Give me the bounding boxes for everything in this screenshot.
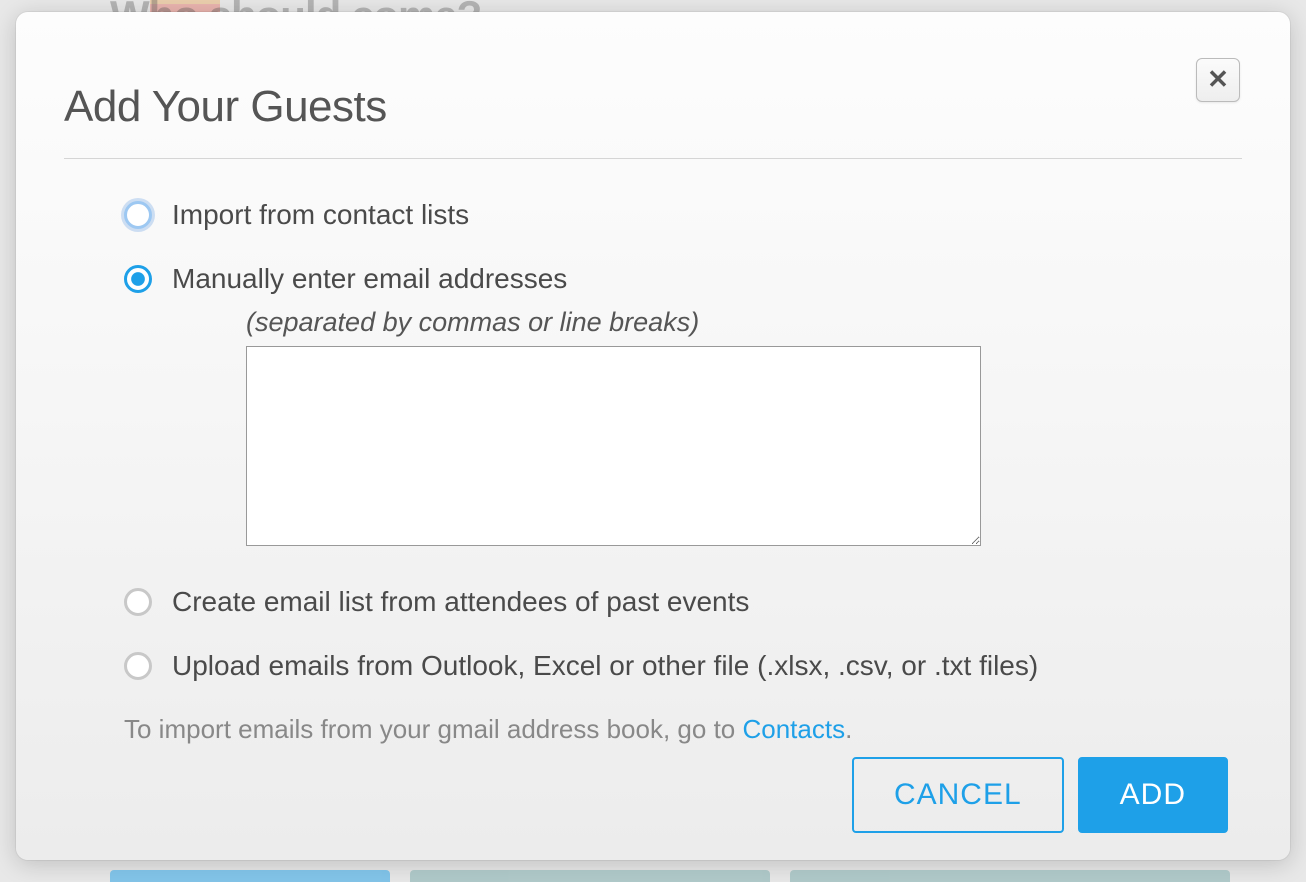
gmail-note-prefix: To import emails from your gmail address… [124,714,742,744]
gmail-import-note: To import emails from your gmail address… [124,714,1242,745]
gmail-note-suffix: . [845,714,852,744]
modal-button-row: CANCEL ADD [124,757,1242,833]
add-guests-modal: ✕ Add Your Guests Import from contact li… [16,12,1290,860]
option-upload-file[interactable]: Upload emails from Outlook, Excel or oth… [124,650,1242,682]
option-label-import: Import from contact lists [172,199,469,231]
option-manual-entry[interactable]: Manually enter email addresses [124,263,1242,295]
close-button[interactable]: ✕ [1196,58,1240,102]
close-icon: ✕ [1207,64,1229,94]
radio-import-contacts[interactable] [124,201,152,229]
cancel-button[interactable]: CANCEL [852,757,1064,833]
radio-past-events[interactable] [124,588,152,616]
modal-title: Add Your Guests [64,82,1242,132]
contacts-link[interactable]: Contacts [742,714,845,744]
option-label-manual: Manually enter email addresses [172,263,567,295]
option-past-events[interactable]: Create email list from attendees of past… [124,586,1242,618]
radio-manual-entry[interactable] [124,265,152,293]
option-label-upload: Upload emails from Outlook, Excel or oth… [172,650,1038,682]
option-import-contacts[interactable]: Import from contact lists [124,199,1242,231]
email-addresses-textarea[interactable] [246,346,981,546]
manual-entry-hint: (separated by commas or line breaks) [246,307,1242,338]
guest-source-options: Import from contact lists Manually enter… [64,199,1242,833]
option-label-past-events: Create email list from attendees of past… [172,586,749,618]
header-divider [64,158,1242,159]
bg-progress-bars [110,870,1286,882]
add-button[interactable]: ADD [1078,757,1228,833]
radio-upload-file[interactable] [124,652,152,680]
